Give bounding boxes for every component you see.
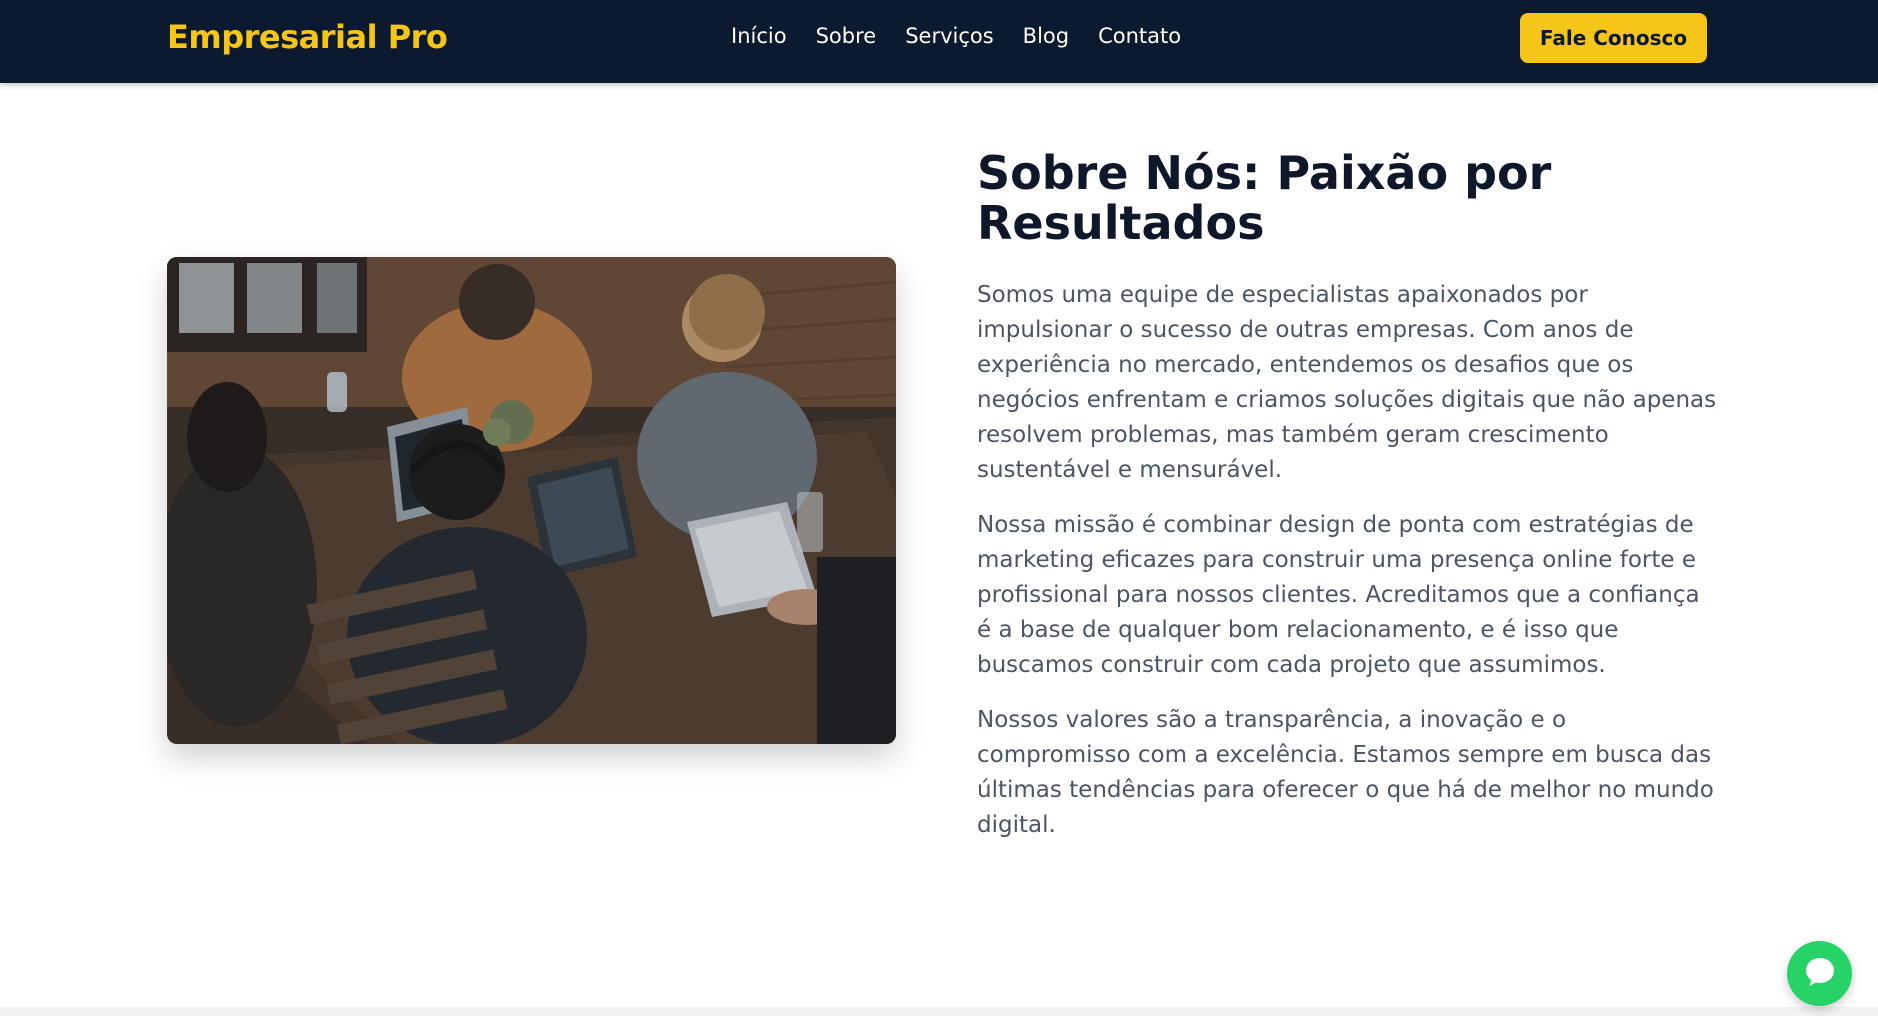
footer-edge [0, 1007, 1878, 1016]
about-section: Sobre Nós: Paixão por Resultados Somos u… [977, 148, 1717, 863]
site-header: Empresarial Pro Início Sobre Serviços Bl… [0, 0, 1878, 83]
about-paragraph-intro: Somos uma equipe de especialistas apaixo… [977, 282, 1717, 483]
nav-link-sobre[interactable]: Sobre [816, 24, 877, 48]
nav-link-contato[interactable]: Contato [1098, 24, 1181, 48]
chat-button[interactable] [1787, 941, 1852, 1006]
contact-cta-button[interactable]: Fale Conosco [1520, 13, 1707, 63]
about-paragraph-values: Nossos valores são a transparência, a in… [977, 707, 1714, 838]
main-nav: Início Sobre Serviços Blog Contato [731, 24, 1181, 48]
nav-link-blog[interactable]: Blog [1023, 24, 1069, 48]
chat-bubble-icon [1803, 955, 1837, 993]
about-heading: Sobre Nós: Paixão por Resultados [977, 146, 1552, 250]
brand-logo[interactable]: Empresarial Pro [167, 18, 448, 56]
nav-link-inicio[interactable]: Início [731, 24, 787, 48]
team-photo [167, 257, 896, 744]
nav-link-servicos[interactable]: Serviços [905, 24, 993, 48]
about-paragraph-mission: Nossa missão é combinar design de ponta … [977, 512, 1700, 678]
